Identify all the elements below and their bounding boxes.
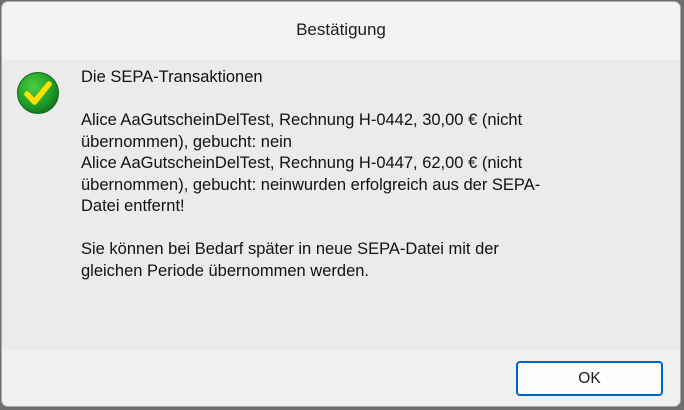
message-line: Alice AaGutscheinDelTest, Rechnung H-044…	[81, 154, 523, 172]
message-line: gleichen Periode übernommen werden.	[81, 261, 370, 280]
message-line: Alice AaGutscheinDelTest, Rechnung H-044…	[81, 111, 523, 129]
dialog-titlebar[interactable]: Bestätigung	[2, 2, 680, 60]
ok-button[interactable]: OK	[516, 361, 663, 396]
message-line: übernommen), gebucht: nein	[81, 132, 292, 151]
message-line: Datei entfernt!	[81, 197, 185, 215]
dialog-footer: OK	[2, 350, 680, 406]
message-line: Die SEPA-Transaktionen	[81, 68, 263, 86]
success-check-icon	[17, 72, 59, 114]
message-line: Sie können bei Bedarf später in neue SEP…	[81, 240, 499, 258]
message-line: übernommen), gebucht: neinwurden erfolgr…	[81, 175, 541, 194]
dialog-message: Die SEPA-Transaktionen Alice AaGutschein…	[81, 67, 661, 282]
dialog-content: Die SEPA-Transaktionen Alice AaGutschein…	[2, 60, 680, 350]
confirmation-dialog: Bestätigung Die SEPA-Transaktionen Alice…	[1, 1, 681, 407]
dialog-title: Bestätigung	[296, 20, 386, 39]
